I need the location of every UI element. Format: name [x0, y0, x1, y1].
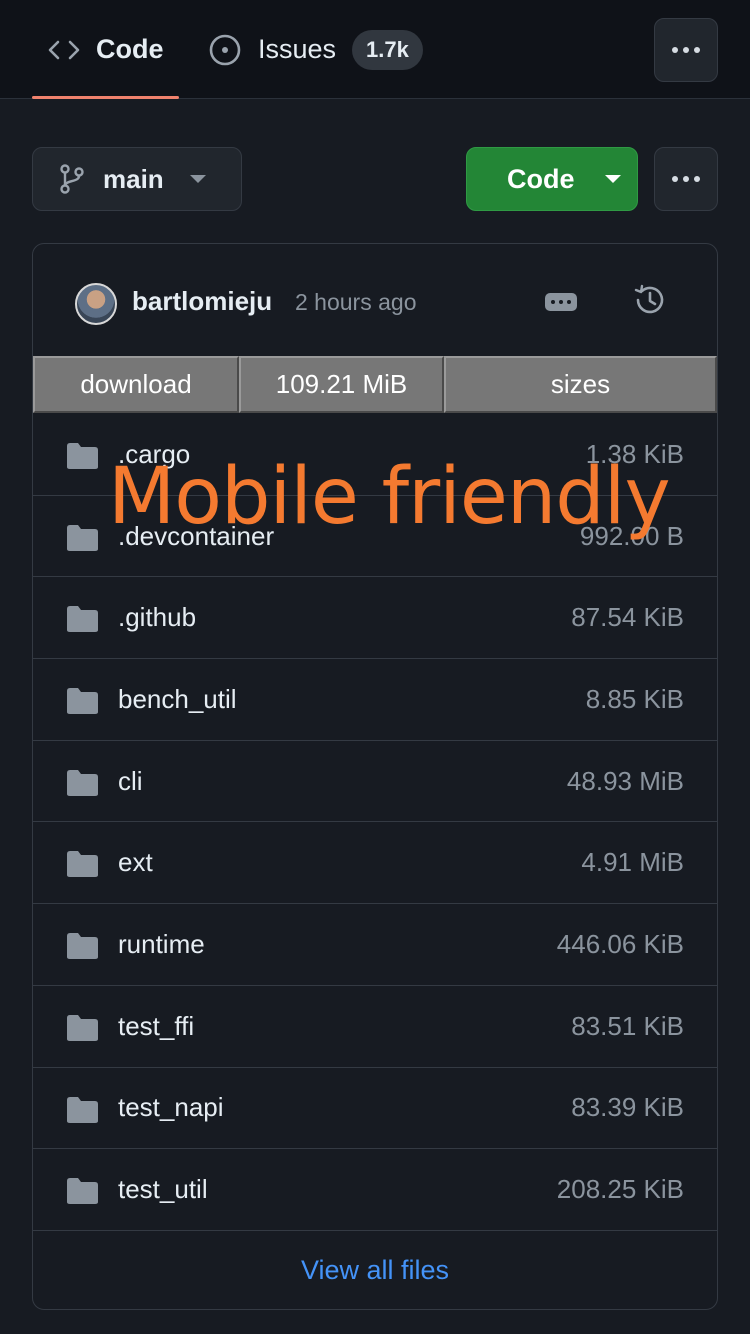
folder-icon [65, 442, 99, 475]
file-size: 1.38 KiB [585, 438, 684, 469]
list-item[interactable]: test_util 208.25 KiB [33, 1149, 717, 1231]
issues-count-badge: 1.7k [352, 29, 423, 70]
latest-commit-row: bartlomieju 2 hours ago [33, 244, 717, 356]
file-name[interactable]: cli [118, 766, 143, 797]
list-item[interactable]: ext 4.91 MiB [33, 822, 717, 905]
folder-icon [65, 932, 99, 965]
list-item[interactable]: runtime 446.06 KiB [33, 904, 717, 986]
history-icon[interactable] [632, 282, 668, 323]
file-size: 4.91 MiB [581, 847, 684, 878]
code-button-label: Code [507, 163, 575, 194]
repo-more-button[interactable] [654, 147, 718, 211]
tab-code[interactable]: Code [32, 0, 179, 99]
list-item[interactable]: cli 48.93 MiB [33, 741, 717, 823]
list-item[interactable]: .github 87.54 KiB [33, 577, 717, 660]
list-item[interactable]: .devcontainer 992.00 B [33, 496, 717, 578]
file-size: 83.39 KiB [571, 1092, 684, 1123]
folder-icon [65, 524, 99, 557]
commit-time: 2 hours ago [295, 289, 417, 315]
view-all-files-label: View all files [300, 1254, 450, 1285]
code-dropdown-button[interactable]: Code [466, 147, 638, 211]
triangle-down-icon [604, 175, 621, 183]
total-size: 109.21 MiB [239, 356, 444, 413]
branch-name: main [103, 163, 164, 194]
file-name[interactable]: test_napi [118, 1092, 224, 1123]
list-item[interactable]: bench_util 8.85 KiB [33, 659, 717, 741]
active-tab-underline [32, 96, 179, 99]
folder-icon [65, 1177, 99, 1210]
file-name[interactable]: .github [118, 602, 196, 633]
list-item[interactable]: test_ffi 83.51 KiB [33, 986, 717, 1068]
folder-icon [65, 1014, 99, 1047]
file-size: 83.51 KiB [571, 1010, 684, 1041]
file-size: 446.06 KiB [556, 928, 684, 959]
file-list: .cargo 1.38 KiB .devcontainer 992.00 B .gith… [33, 414, 717, 1231]
file-name[interactable]: test_ffi [118, 1011, 194, 1042]
commit-message-toggle-icon[interactable] [545, 293, 577, 311]
folder-icon [65, 850, 99, 883]
file-name[interactable]: .cargo [118, 439, 190, 470]
repo-size-bar: download 109.21 MiB sizes [33, 356, 717, 413]
folder-icon [65, 769, 99, 802]
file-name[interactable]: bench_util [118, 684, 237, 715]
issue-opened-icon [208, 33, 242, 67]
kebab-horizontal-icon [672, 176, 700, 182]
view-all-files-link[interactable]: View all files [33, 1231, 717, 1309]
file-size: 208.25 KiB [556, 1174, 684, 1205]
commit-author[interactable]: bartlomieju [132, 286, 272, 317]
file-name[interactable]: test_util [118, 1174, 208, 1205]
triangle-down-icon [189, 175, 206, 183]
folder-icon [65, 605, 99, 638]
folder-icon [65, 687, 99, 720]
list-item[interactable]: .cargo 1.38 KiB [33, 414, 717, 496]
folder-icon [65, 1096, 99, 1129]
file-name[interactable]: runtime [118, 929, 205, 960]
kebab-horizontal-icon [672, 47, 700, 53]
nav-more-button[interactable] [654, 18, 718, 82]
file-size: 992.00 B [579, 520, 684, 551]
download-button[interactable]: download [33, 356, 239, 413]
git-branch-icon [59, 164, 85, 194]
tab-issues[interactable]: Issues 1.7k [208, 0, 423, 99]
file-name[interactable]: .devcontainer [118, 521, 274, 552]
sizes-button[interactable]: sizes [444, 356, 717, 413]
branch-selector[interactable]: main [32, 147, 242, 211]
file-browser-card: bartlomieju 2 hours ago download 109.21 … [32, 243, 718, 1310]
list-item[interactable]: test_napi 83.39 KiB [33, 1068, 717, 1150]
avatar[interactable] [75, 283, 117, 325]
file-name[interactable]: ext [118, 847, 153, 878]
code-icon [48, 38, 80, 62]
file-size: 8.85 KiB [585, 683, 684, 714]
file-size: 87.54 KiB [571, 602, 684, 633]
file-size: 48.93 MiB [566, 765, 684, 796]
tab-issues-label: Issues [258, 34, 337, 64]
tab-code-label: Code [96, 34, 164, 64]
repo-nav: Code Issues 1.7k [0, 0, 750, 99]
